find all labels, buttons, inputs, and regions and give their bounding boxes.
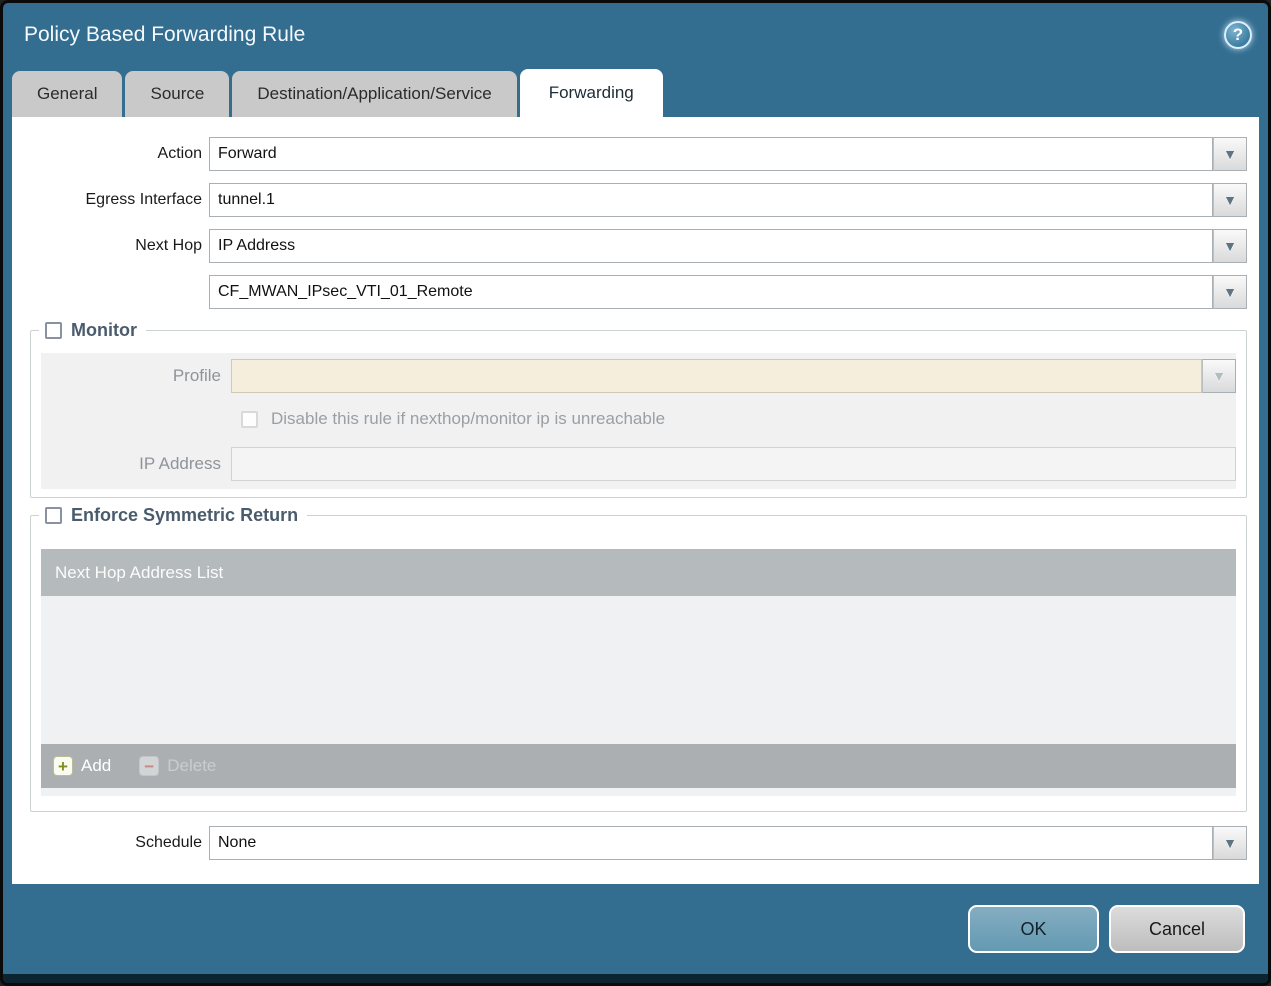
next-hop-dropdown-button[interactable]: ▼ bbox=[1213, 229, 1247, 263]
dialog-title: Policy Based Forwarding Rule bbox=[24, 22, 306, 46]
next-hop-address-input[interactable] bbox=[209, 275, 1213, 309]
schedule-input[interactable] bbox=[209, 826, 1213, 860]
next-hop-address-list-toolbar: + Add − Delete bbox=[41, 744, 1236, 788]
egress-interface-label: Egress Interface bbox=[85, 191, 203, 208]
delete-button: − Delete bbox=[139, 756, 216, 776]
dialog-titlebar: Policy Based Forwarding Rule ? bbox=[3, 3, 1268, 66]
tab-bar: General Source Destination/Application/S… bbox=[3, 66, 1268, 117]
chevron-down-icon: ▼ bbox=[1223, 146, 1237, 162]
ok-button[interactable]: OK bbox=[968, 905, 1099, 953]
enforce-symmetric-return-title: Enforce Symmetric Return bbox=[71, 505, 299, 525]
egress-interface-dropdown-button[interactable]: ▼ bbox=[1213, 183, 1247, 217]
next-hop-address-list-header: Next Hop Address List bbox=[41, 549, 1236, 596]
profile-combo: ▼ bbox=[231, 359, 1236, 393]
enforce-symmetric-return-section: Enforce Symmetric Return Next Hop Addres… bbox=[30, 503, 1247, 812]
help-icon[interactable]: ? bbox=[1224, 20, 1252, 49]
chevron-down-icon: ▼ bbox=[1223, 835, 1237, 851]
profile-row: Profile ▼ bbox=[41, 359, 1236, 393]
chevron-down-icon: ▼ bbox=[1223, 192, 1237, 208]
schedule-combo: ▼ bbox=[209, 826, 1247, 860]
egress-interface-row: Egress Interface ▼ bbox=[12, 183, 1259, 217]
action-combo: ▼ bbox=[209, 137, 1247, 171]
action-dropdown-button[interactable]: ▼ bbox=[1213, 137, 1247, 171]
monitor-section-title: Monitor bbox=[71, 320, 137, 340]
table-bottom-strip bbox=[41, 788, 1236, 796]
disable-rule-row: Disable this rule if nexthop/monitor ip … bbox=[241, 409, 1236, 429]
profile-label: Profile bbox=[172, 366, 221, 385]
chevron-down-icon: ▼ bbox=[1212, 368, 1226, 384]
next-hop-combo: ▼ bbox=[209, 229, 1247, 263]
schedule-row: Schedule ▼ bbox=[12, 826, 1259, 860]
disable-rule-checkbox bbox=[241, 410, 258, 428]
monitor-ip-address-row: IP Address bbox=[41, 447, 1236, 481]
next-hop-address-list-table: Next Hop Address List + Add − Delete bbox=[41, 549, 1236, 796]
disable-rule-label: Disable this rule if nexthop/monitor ip … bbox=[271, 409, 666, 428]
monitor-ip-address-input bbox=[231, 447, 1236, 481]
next-hop-type-input[interactable] bbox=[209, 229, 1213, 263]
monitor-checkbox[interactable] bbox=[45, 322, 62, 339]
egress-interface-input[interactable] bbox=[209, 183, 1213, 217]
schedule-label: Schedule bbox=[135, 834, 202, 851]
next-hop-label: Next Hop bbox=[135, 237, 202, 254]
window-bottom-edge bbox=[3, 974, 1268, 983]
tab-source[interactable]: Source bbox=[125, 71, 230, 117]
chevron-down-icon: ▼ bbox=[1223, 284, 1237, 300]
next-hop-row: Next Hop ▼ bbox=[12, 229, 1259, 263]
next-hop-address-dropdown-button[interactable]: ▼ bbox=[1213, 275, 1247, 309]
schedule-dropdown-button[interactable]: ▼ bbox=[1213, 826, 1247, 860]
add-button[interactable]: + Add bbox=[53, 756, 111, 776]
egress-interface-combo: ▼ bbox=[209, 183, 1247, 217]
monitor-legend: Monitor bbox=[39, 318, 146, 343]
tab-destination-application-service[interactable]: Destination/Application/Service bbox=[232, 71, 517, 117]
forwarding-tab-panel: Action ▼ Egress Interface ▼ Next Hop bbox=[12, 117, 1259, 884]
enforce-symmetric-return-checkbox[interactable] bbox=[45, 507, 62, 524]
action-label: Action bbox=[157, 145, 202, 162]
delete-button-label: Delete bbox=[167, 756, 217, 775]
dialog-footer: OK Cancel bbox=[3, 884, 1268, 974]
cancel-button[interactable]: Cancel bbox=[1109, 905, 1245, 953]
monitor-section-body: Profile ▼ Disable this rule if nexthop/m… bbox=[41, 353, 1236, 489]
profile-input bbox=[231, 359, 1202, 393]
next-hop-address-row: ▼ bbox=[12, 275, 1259, 309]
action-input[interactable] bbox=[209, 137, 1213, 171]
tab-general[interactable]: General bbox=[12, 71, 123, 117]
profile-dropdown-button: ▼ bbox=[1202, 359, 1236, 393]
next-hop-address-combo: ▼ bbox=[209, 275, 1247, 309]
chevron-down-icon: ▼ bbox=[1223, 238, 1237, 254]
enforce-symmetric-return-legend: Enforce Symmetric Return bbox=[39, 503, 308, 528]
next-hop-address-list-body bbox=[41, 596, 1236, 744]
action-row: Action ▼ bbox=[12, 137, 1259, 171]
minus-icon: − bbox=[139, 756, 160, 776]
tab-forwarding[interactable]: Forwarding bbox=[519, 69, 663, 117]
add-button-label: Add bbox=[81, 756, 112, 775]
monitor-ip-address-label: IP Address bbox=[139, 454, 221, 473]
plus-icon: + bbox=[53, 756, 73, 776]
monitor-section: Monitor Profile ▼ Disable this rule if n… bbox=[30, 318, 1247, 498]
policy-based-forwarding-dialog: Policy Based Forwarding Rule ? General S… bbox=[0, 0, 1271, 986]
